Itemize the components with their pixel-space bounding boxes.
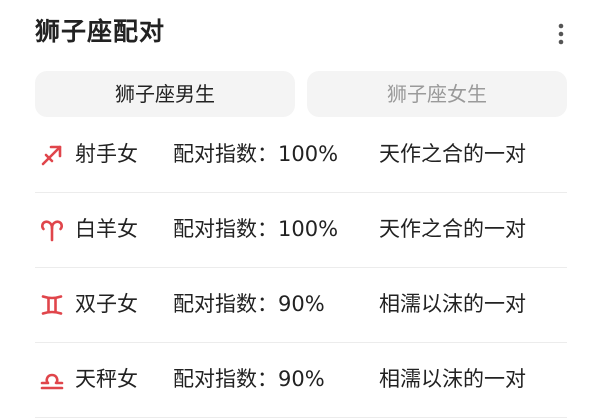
aries-icon xyxy=(40,218,64,242)
sign-name: 白羊女 xyxy=(75,217,138,241)
match-score: 配对指数：100% xyxy=(173,142,339,166)
match-score: 配对指数：90% xyxy=(173,367,325,391)
gender-tabs: 狮子座男生 狮子座女生 xyxy=(35,71,567,117)
card-header: 狮子座配对 xyxy=(0,0,600,68)
sagittarius-icon xyxy=(40,143,64,167)
match-description: 天作之合的一对 xyxy=(379,217,526,241)
match-description: 相濡以沫的一对 xyxy=(379,292,526,316)
sign-name: 射手女 xyxy=(75,142,138,166)
page-title: 狮子座配对 xyxy=(35,17,166,46)
match-score: 配对指数：90% xyxy=(173,292,325,316)
match-score: 配对指数：100% xyxy=(173,217,339,241)
list-item[interactable]: 白羊女 配对指数：100% 天作之合的一对 xyxy=(35,193,567,268)
list-item[interactable]: 射手女 配对指数：100% 天作之合的一对 xyxy=(35,118,567,193)
more-options-button[interactable] xyxy=(548,20,574,48)
gemini-icon xyxy=(40,293,64,317)
match-list: 射手女 配对指数：100% 天作之合的一对 白羊女 配对指数：100% 天作之合… xyxy=(35,118,567,418)
list-item[interactable]: 天秤女 配对指数：90% 相濡以沫的一对 xyxy=(35,343,567,418)
match-description: 相濡以沫的一对 xyxy=(379,367,526,391)
sign-name: 双子女 xyxy=(75,292,138,316)
list-item[interactable]: 双子女 配对指数：90% 相濡以沫的一对 xyxy=(35,268,567,343)
tab-female[interactable]: 狮子座女生 xyxy=(307,71,567,117)
tab-male[interactable]: 狮子座男生 xyxy=(35,71,295,117)
sign-name: 天秤女 xyxy=(75,367,138,391)
pairing-card: 狮子座配对 狮子座男生 狮子座女生 射手女 配对指数：100% 天作之合的一对 … xyxy=(0,0,600,418)
match-description: 天作之合的一对 xyxy=(379,142,526,166)
more-vertical-icon xyxy=(558,23,564,45)
libra-icon xyxy=(40,368,64,392)
